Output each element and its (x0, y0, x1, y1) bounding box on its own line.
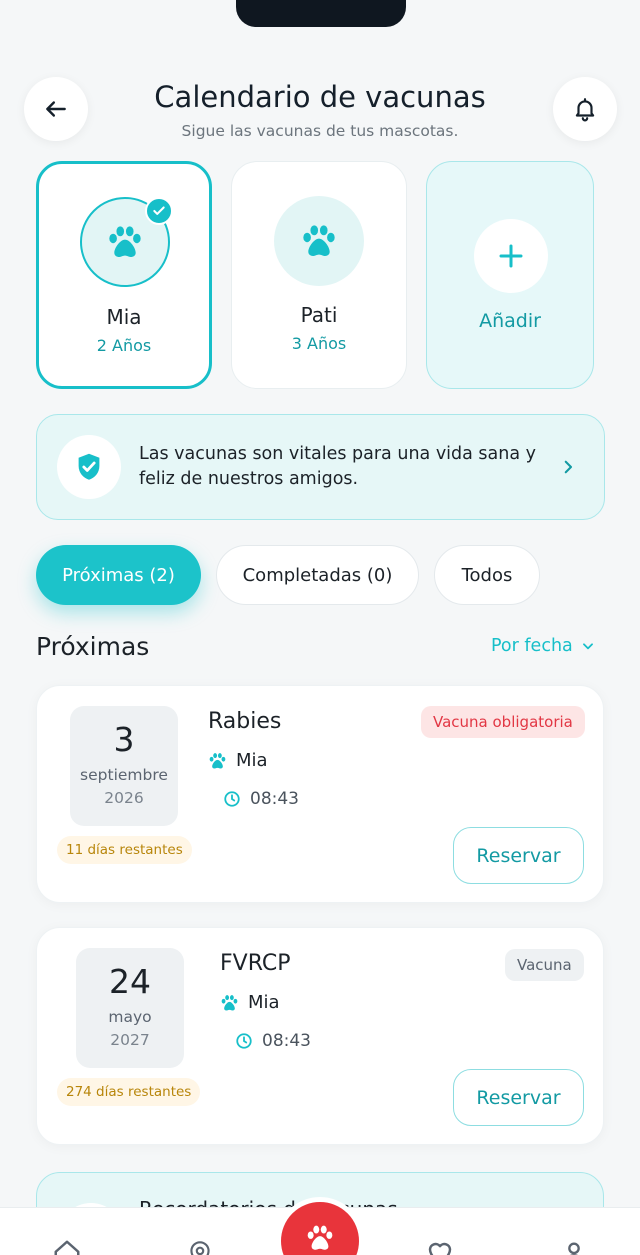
vaccine-tag: Vacuna obligatoria (421, 706, 585, 738)
days-left-badge: 274 días restantes (57, 1078, 201, 1106)
selected-check-badge (145, 197, 173, 225)
vaccine-name: Rabies (208, 709, 282, 734)
date-box: 3 septiembre 2026 (70, 706, 178, 826)
paw-icon (221, 994, 238, 1010)
vaccine-info-banner[interactable]: Las vacunas son vitales para una vida sa… (36, 414, 605, 520)
device-notch (236, 0, 406, 27)
reserve-button[interactable]: Reservar (453, 1069, 584, 1126)
sort-dropdown[interactable]: Por fecha (491, 636, 595, 656)
location-icon[interactable] (187, 1238, 213, 1255)
page-subtitle: Sigue las vacunas de tus mascotas. (181, 122, 459, 140)
pet-card-pati[interactable]: Pati 3 Años (231, 161, 407, 389)
pet-name: Pati (300, 303, 338, 327)
vaccine-card[interactable]: 24 mayo 2027 274 días restantes FVRCP Va… (36, 927, 604, 1145)
vaccine-pet: Mia (220, 992, 280, 1013)
vaccine-pet-name: Mia (236, 750, 268, 771)
bell-icon (575, 98, 595, 122)
vaccine-name: FVRCP (220, 951, 291, 976)
plus-icon (499, 244, 523, 268)
section-title: Próximas (36, 632, 150, 661)
shield-circle (57, 435, 121, 499)
paw-icon (209, 752, 226, 768)
tab-completed[interactable]: Completadas (0) (216, 545, 419, 605)
clock-icon (236, 1033, 252, 1049)
info-banner-text: Las vacunas son vitales para una vida sa… (139, 444, 537, 489)
tab-upcoming[interactable]: Próximas (2) (36, 545, 201, 605)
paw-icon (303, 225, 335, 256)
date-day: 3 (113, 720, 135, 759)
page-title: Calendario de vacunas (154, 80, 486, 114)
vaccine-time: 08:43 (223, 789, 299, 809)
days-left-badge: 11 días restantes (57, 836, 192, 864)
vaccine-time-value: 08:43 (262, 1031, 311, 1051)
paw-icon (307, 1225, 333, 1250)
date-day: 24 (109, 962, 151, 1001)
sort-label: Por fecha (491, 636, 573, 656)
reserve-button[interactable]: Reservar (453, 827, 584, 884)
pet-avatar (274, 196, 364, 286)
pet-age: 2 Años (96, 336, 152, 355)
date-month: mayo (108, 1008, 152, 1026)
add-pet-card[interactable]: Añadir (426, 161, 594, 389)
date-year: 2027 (110, 1031, 150, 1049)
tab-all[interactable]: Todos (434, 545, 540, 605)
vaccine-time-value: 08:43 (250, 789, 299, 809)
vaccine-tag: Vacuna (505, 949, 584, 981)
check-icon (153, 206, 165, 215)
chevron-right-icon (564, 460, 573, 474)
pet-card-mia[interactable]: Mia 2 Años (36, 161, 212, 389)
home-icon[interactable] (52, 1238, 82, 1255)
paw-icon (109, 226, 141, 257)
heart-icon[interactable] (425, 1238, 455, 1255)
pet-age: 3 Años (291, 334, 347, 353)
chevron-down-icon (582, 643, 593, 650)
vaccine-card[interactable]: 3 septiembre 2026 11 días restantes Rabi… (36, 685, 604, 903)
notifications-button[interactable] (553, 77, 617, 141)
add-pet-label: Añadir (479, 310, 541, 332)
pet-name: Mia (106, 305, 142, 329)
clock-icon (224, 791, 240, 807)
vaccine-pet: Mia (208, 750, 268, 771)
add-pet-circle (474, 219, 548, 293)
date-box: 24 mayo 2027 (76, 948, 184, 1068)
shield-check-icon (78, 453, 100, 480)
vaccine-time: 08:43 (235, 1031, 311, 1051)
vaccine-pet-name: Mia (248, 992, 280, 1013)
date-year: 2026 (104, 789, 144, 807)
profile-icon[interactable] (560, 1238, 588, 1255)
date-month: septiembre (80, 766, 168, 784)
